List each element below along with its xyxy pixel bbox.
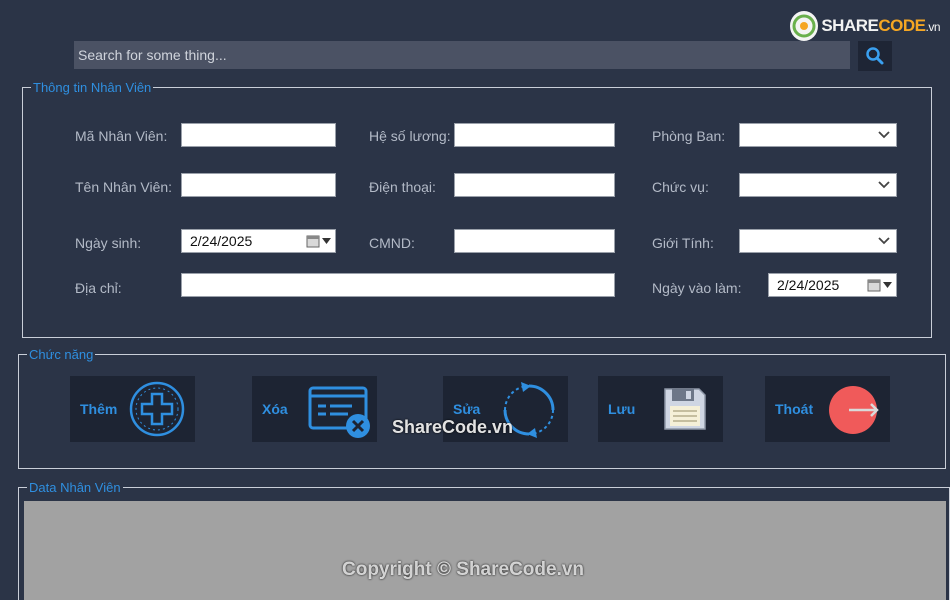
delete-button-label: Xóa — [262, 401, 288, 417]
exit-button-label: Thoát — [775, 401, 814, 417]
address-field[interactable] — [181, 273, 615, 297]
edit-button-label: Sửa — [453, 401, 481, 417]
sharecode-logo-icon — [790, 11, 819, 41]
sharecode-logo-text: SHARECODE.vn — [821, 16, 940, 35]
salary-coefficient-label: Hệ số lương: — [369, 128, 451, 144]
save-button[interactable]: Lưu — [598, 376, 723, 442]
birth-date-value: 2/24/2025 — [190, 233, 253, 249]
floppy-disk-icon — [664, 388, 706, 430]
start-date-value: 2/24/2025 — [777, 277, 840, 293]
address-label: Địa chỉ: — [75, 280, 122, 296]
exit-circle-icon — [829, 386, 879, 434]
employee-info-legend: Thông tin Nhân Viên — [33, 80, 152, 95]
employee-info-group: Thông tin Nhân Viên — [22, 80, 932, 338]
add-button[interactable]: Thêm — [70, 376, 195, 442]
add-circle-icon — [129, 381, 185, 437]
phone-label: Điện thoại: — [369, 179, 436, 195]
id-card-label: CMND: — [369, 235, 415, 251]
exit-button[interactable]: Thoát — [765, 376, 890, 442]
watermark-bottom: Copyright © ShareCode.vn — [342, 559, 585, 580]
position-select[interactable] — [739, 173, 897, 197]
delete-button[interactable]: Xóa — [252, 376, 377, 442]
gender-select[interactable] — [739, 229, 897, 253]
position-label: Chức vụ: — [652, 179, 709, 195]
department-select[interactable] — [739, 123, 897, 147]
employee-id-field[interactable] — [181, 123, 336, 147]
calendar-dropdown-icon[interactable] — [867, 278, 892, 292]
search-button[interactable] — [858, 41, 892, 71]
chevron-down-icon — [878, 131, 890, 139]
sharecode-logo: SHARECODE.vn — [790, 8, 940, 44]
start-date-label: Ngày vào làm: — [652, 280, 742, 296]
id-card-field[interactable] — [454, 229, 615, 253]
employee-data-grid[interactable] — [24, 501, 946, 600]
employee-id-label: Mã Nhân Viên: — [75, 128, 168, 144]
add-button-label: Thêm — [80, 401, 118, 417]
phone-field[interactable] — [454, 173, 615, 197]
salary-coefficient-field[interactable] — [454, 123, 615, 147]
employee-data-legend: Data Nhân Viên — [29, 480, 121, 495]
birth-date-label: Ngày sinh: — [75, 235, 142, 251]
gender-label: Giới Tính: — [652, 235, 714, 251]
search-icon — [866, 47, 884, 65]
save-button-label: Lưu — [608, 401, 636, 417]
chevron-down-icon — [878, 181, 890, 189]
employee-name-label: Tên Nhân Viên: — [75, 179, 173, 195]
employee-name-field[interactable] — [181, 173, 336, 197]
department-label: Phòng Ban: — [652, 128, 726, 144]
calendar-dropdown-icon[interactable] — [306, 234, 331, 248]
delete-window-icon — [308, 386, 370, 438]
watermark-center: ShareCode.vn — [392, 417, 514, 437]
start-date-picker[interactable]: 2/24/2025 — [768, 273, 897, 297]
birth-date-picker[interactable]: 2/24/2025 — [181, 229, 336, 253]
functions-legend: Chức năng — [29, 347, 94, 362]
chevron-down-icon — [878, 237, 890, 245]
search-input[interactable] — [74, 41, 850, 69]
